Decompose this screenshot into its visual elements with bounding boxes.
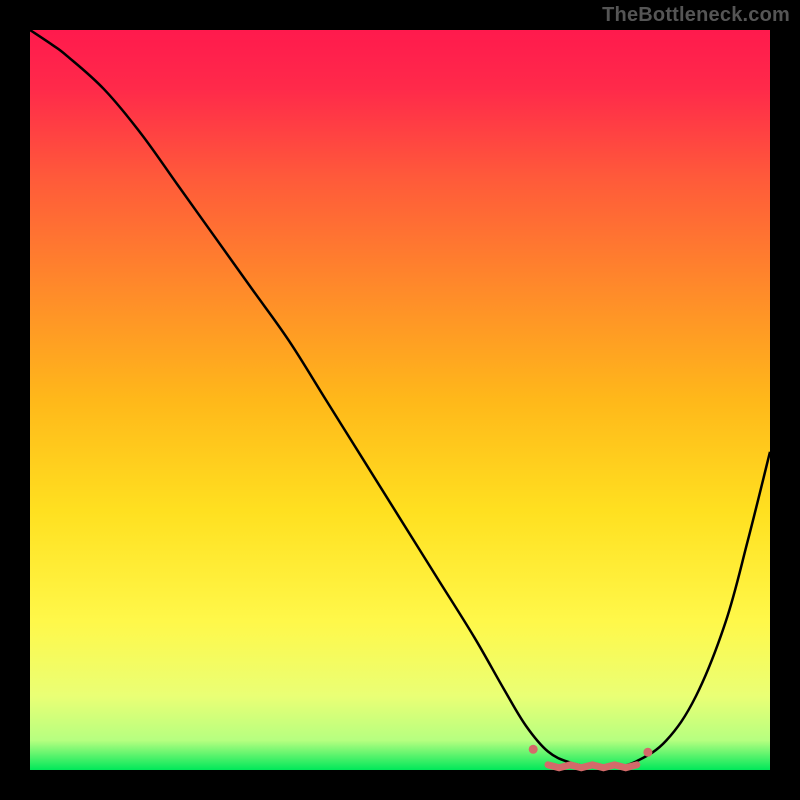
optimal-zone-marker xyxy=(548,765,637,768)
watermark-text: TheBottleneck.com xyxy=(602,4,790,27)
plot-background xyxy=(30,30,770,770)
marker-dot xyxy=(643,748,652,757)
bottleneck-chart xyxy=(0,0,800,800)
chart-frame: TheBottleneck.com xyxy=(0,0,800,800)
marker-dot xyxy=(529,745,538,754)
